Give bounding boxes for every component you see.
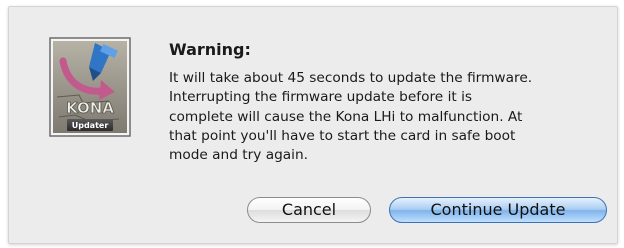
message-line: that point you'll have to start the card…	[169, 127, 516, 144]
alert-message: It will take about 45 seconds to update …	[169, 69, 609, 165]
alert-title: Warning:	[169, 40, 251, 59]
cancel-button[interactable]: Cancel	[247, 197, 371, 223]
message-line: complete will cause the Kona LHi to malf…	[169, 108, 523, 125]
message-line: It will take about 45 seconds to update …	[169, 70, 533, 86]
continue-update-button[interactable]: Continue Update	[389, 197, 607, 223]
updater-caption: Updater	[72, 121, 109, 130]
kona-logo-text: KONA	[66, 99, 114, 117]
kona-updater-icon: KONA Updater	[49, 37, 131, 137]
message-line: Interrupting the firmware update before …	[169, 89, 473, 106]
alert-dialog: KONA Updater Warning: It will take about…	[8, 6, 618, 244]
message-line: mode and try again.	[169, 147, 309, 164]
